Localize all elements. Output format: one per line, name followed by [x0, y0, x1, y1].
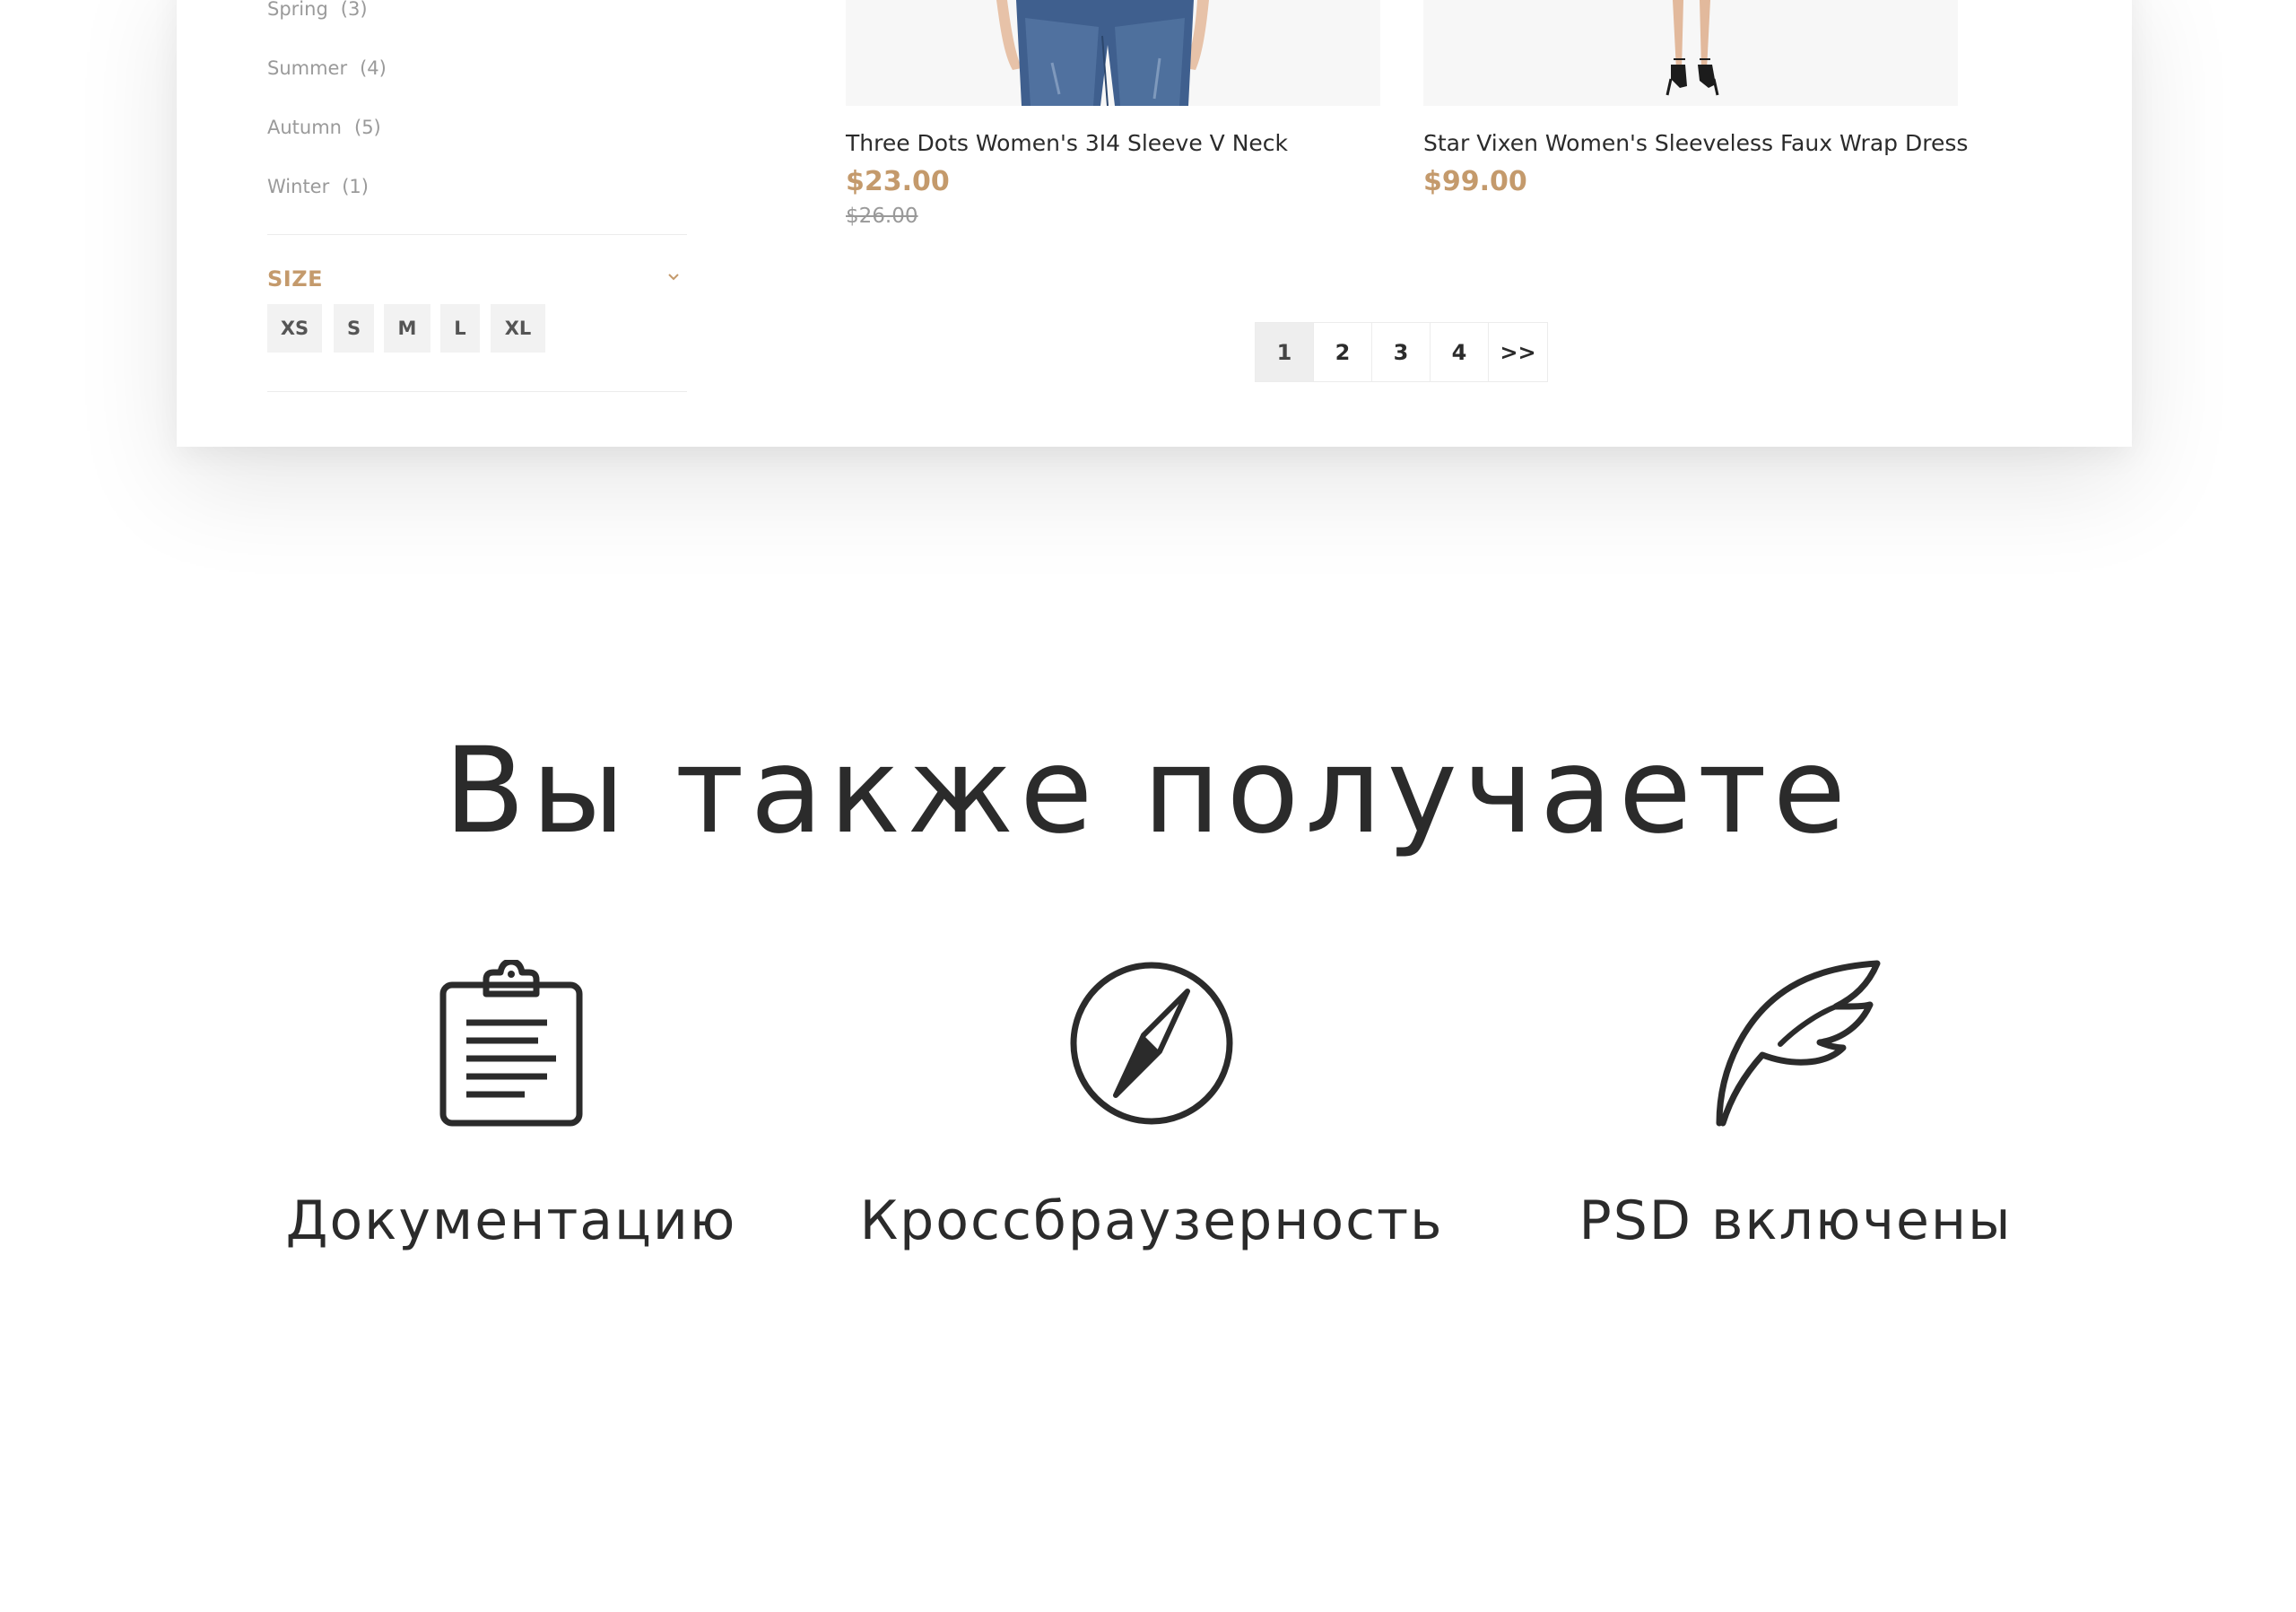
product-name[interactable]: Three Dots Women's 3I4 Sleeve V Neck: [846, 130, 1288, 156]
size-chip-l[interactable]: L: [440, 304, 480, 353]
pagination: 1 2 3 4 >>: [1255, 322, 1548, 382]
size-chip-m[interactable]: M: [384, 304, 430, 353]
product-price: $23.00: [846, 166, 950, 197]
page-button-4[interactable]: 4: [1431, 323, 1489, 381]
heels-photo: [1423, 0, 1958, 106]
season-filter-winter[interactable]: Winter (1): [267, 176, 369, 197]
feature-psd: PSD включены: [1455, 960, 2136, 1252]
size-chip-s[interactable]: S: [334, 304, 374, 353]
compass-icon: [1070, 962, 1233, 1125]
size-chip-xl[interactable]: XL: [491, 304, 545, 353]
jeans-photo: [846, 0, 1380, 106]
season-label: Spring: [267, 0, 328, 20]
filter-divider: [267, 391, 687, 392]
feature-label: Кроссбраузерность: [859, 1189, 1444, 1252]
size-chip-xs[interactable]: XS: [267, 304, 322, 353]
feature-documentation: Документацию: [170, 960, 852, 1252]
product-old-price: $26.00: [846, 205, 918, 228]
product-image[interactable]: [1423, 0, 1958, 106]
page-button-3[interactable]: 3: [1372, 323, 1431, 381]
season-count: (1): [342, 176, 369, 197]
filter-divider: [267, 234, 687, 235]
page-button-2[interactable]: 2: [1314, 323, 1372, 381]
feature-label: Документацию: [285, 1189, 737, 1252]
season-label: Summer: [267, 57, 348, 79]
season-filter-summer[interactable]: Summer (4): [267, 57, 387, 79]
product-image[interactable]: [846, 0, 1380, 106]
chevron-down-icon[interactable]: [665, 269, 682, 285]
product-price: $99.00: [1423, 166, 1527, 197]
season-label: Winter: [267, 176, 330, 197]
season-filter-autumn[interactable]: Autumn (5): [267, 117, 381, 138]
season-count: (3): [340, 0, 368, 20]
shop-panel: Spring (3) Summer (4) Autumn (5) Winter (1) …: [177, 0, 2132, 447]
feather-icon: [1716, 960, 1881, 1127]
next-page-button[interactable]: >>: [1489, 323, 1547, 381]
season-count: (5): [354, 117, 381, 138]
product-name[interactable]: Star Vixen Women's Sleeveless Faux Wrap …: [1423, 130, 1968, 156]
season-label: Autumn: [267, 117, 342, 138]
season-count: (4): [360, 57, 387, 79]
season-filter-spring[interactable]: Spring (3): [267, 0, 368, 20]
section-title: Вы также получаете: [443, 722, 1853, 860]
page-button-1[interactable]: 1: [1256, 323, 1314, 381]
feature-label: PSD включены: [1578, 1189, 2013, 1252]
size-filter-title[interactable]: SIZE: [267, 266, 323, 292]
feature-crossbrowser: Кроссбраузерность: [811, 960, 1492, 1252]
clipboard-icon: [439, 960, 583, 1127]
